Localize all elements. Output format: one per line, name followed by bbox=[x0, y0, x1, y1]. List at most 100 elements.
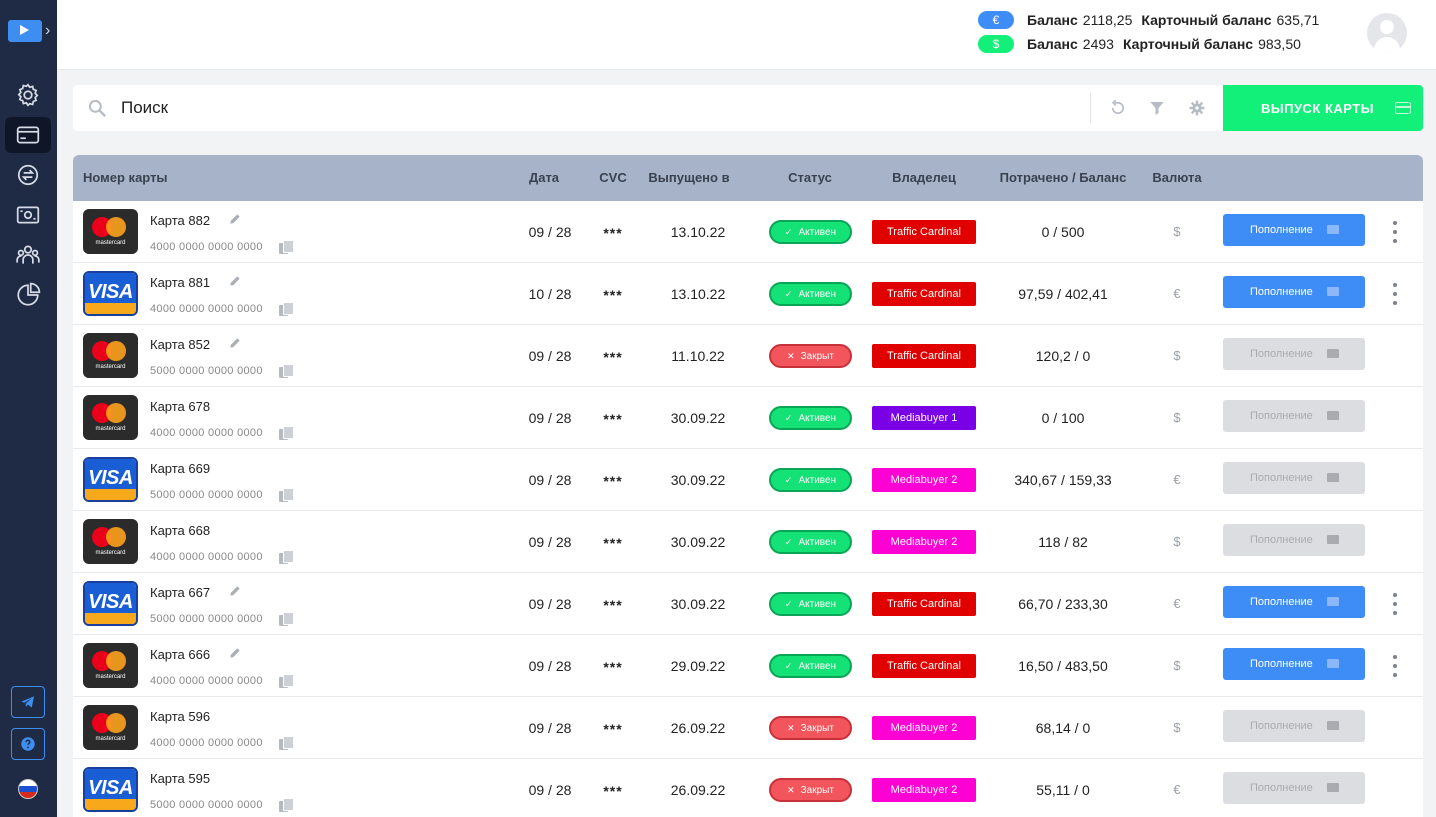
card-icon bbox=[1327, 535, 1339, 544]
card-number: 4000 0000 0000 0000 bbox=[150, 427, 263, 439]
table-row[interactable]: mastercard Карта 678 4000 0000 0000 0000 09… bbox=[73, 387, 1423, 449]
copy-icon[interactable] bbox=[279, 240, 294, 254]
pencil-icon[interactable] bbox=[228, 212, 242, 226]
telegram-button[interactable] bbox=[11, 686, 45, 718]
owner-badge: Mediabuyer 2 bbox=[872, 468, 976, 492]
column-issued[interactable]: Выпущено в bbox=[648, 170, 729, 185]
issued-date: 29.09.22 bbox=[670, 658, 726, 674]
table-row[interactable]: mastercard Карта 668 4000 0000 0000 0000 09… bbox=[73, 511, 1423, 573]
copy-icon[interactable] bbox=[279, 364, 294, 378]
spent-balance: 118 / 82 bbox=[1038, 534, 1088, 550]
topup-button[interactable]: Пополнение bbox=[1223, 586, 1365, 618]
card-icon bbox=[1327, 225, 1339, 234]
pencil-icon[interactable] bbox=[228, 646, 242, 660]
table-row[interactable]: mastercard Карта 882 4000 0000 0000 0000 09… bbox=[73, 201, 1423, 263]
issue-card-button[interactable]: ВЫПУСК КАРТЫ bbox=[1223, 85, 1423, 131]
table-row[interactable]: VISA Карта 881 4000 0000 0000 0000 10 / 28 *… bbox=[73, 263, 1423, 325]
topup-button: Пополнение bbox=[1223, 524, 1365, 556]
chevron-right-icon[interactable]: › bbox=[45, 22, 50, 40]
topup-label: Пополнение bbox=[1250, 720, 1313, 732]
refresh-button[interactable] bbox=[1108, 98, 1128, 118]
sidebar-item-cards[interactable] bbox=[5, 117, 51, 153]
copy-icon[interactable] bbox=[279, 612, 294, 626]
card-cvc[interactable]: *** bbox=[603, 721, 622, 737]
copy-icon[interactable] bbox=[279, 736, 294, 750]
copy-icon[interactable] bbox=[279, 550, 294, 564]
issued-date: 30.09.22 bbox=[670, 596, 726, 612]
card-cvc[interactable]: *** bbox=[603, 597, 622, 613]
more-actions-button[interactable] bbox=[1388, 655, 1402, 677]
topup-button[interactable]: Пополнение bbox=[1223, 276, 1365, 308]
mastercard-logo-icon: mastercard bbox=[83, 395, 138, 440]
status-badge: ✕ Закрыт bbox=[769, 778, 852, 802]
topup-label: Пополнение bbox=[1250, 658, 1313, 670]
column-spent-balance[interactable]: Потрачено / Баланс bbox=[1000, 170, 1127, 185]
card-cvc[interactable]: *** bbox=[603, 473, 622, 489]
card-cvc[interactable]: *** bbox=[603, 535, 622, 551]
more-actions-button[interactable] bbox=[1388, 283, 1402, 305]
spent-balance: 0 / 500 bbox=[1041, 224, 1085, 240]
topup-label: Пополнение bbox=[1250, 782, 1313, 794]
column-owner[interactable]: Владелец bbox=[892, 170, 956, 185]
copy-icon[interactable] bbox=[279, 798, 294, 812]
card-cvc[interactable]: *** bbox=[603, 287, 622, 303]
copy-icon[interactable] bbox=[279, 302, 294, 316]
issued-date: 30.09.22 bbox=[670, 410, 726, 426]
table-row[interactable]: VISA Карта 667 5000 0000 0000 0000 09 / 28 *… bbox=[73, 573, 1423, 635]
search-input[interactable] bbox=[121, 93, 1081, 123]
topup-button[interactable]: Пополнение bbox=[1223, 648, 1365, 680]
filter-button[interactable] bbox=[1147, 98, 1167, 118]
owner-badge: Mediabuyer 2 bbox=[872, 778, 976, 802]
card-expiry: 09 / 28 bbox=[528, 534, 572, 550]
copy-icon[interactable] bbox=[279, 488, 294, 502]
card-balance-value: 983,50 bbox=[1258, 36, 1301, 52]
pencil-icon[interactable] bbox=[228, 336, 242, 350]
issued-date: 26.09.22 bbox=[670, 720, 726, 736]
status-mark-icon: ✓ bbox=[784, 598, 793, 609]
app-logo-icon[interactable] bbox=[8, 20, 42, 42]
column-status[interactable]: Статус bbox=[788, 170, 832, 185]
card-cvc[interactable]: *** bbox=[603, 659, 622, 675]
user-avatar[interactable] bbox=[1367, 13, 1407, 53]
settings-button[interactable] bbox=[1187, 98, 1207, 118]
column-currency[interactable]: Валюта bbox=[1152, 170, 1201, 185]
sidebar-item-exchange[interactable] bbox=[5, 157, 51, 193]
column-date[interactable]: Дата bbox=[529, 170, 559, 185]
more-actions-button[interactable] bbox=[1388, 593, 1402, 615]
sidebar-item-stats[interactable] bbox=[5, 277, 51, 313]
topup-label: Пополнение bbox=[1250, 224, 1313, 236]
pencil-icon[interactable] bbox=[228, 584, 242, 598]
table-row[interactable]: mastercard Карта 852 5000 0000 0000 0000 09… bbox=[73, 325, 1423, 387]
filter-icon bbox=[1150, 102, 1164, 115]
mastercard-logo-icon: mastercard bbox=[83, 333, 138, 378]
help-button[interactable] bbox=[11, 728, 45, 760]
card-name: Карта 596 bbox=[150, 709, 211, 724]
sidebar-item-finance[interactable] bbox=[5, 197, 51, 233]
card-cvc[interactable]: *** bbox=[603, 411, 622, 427]
column-card-number[interactable]: Номер карты bbox=[83, 170, 168, 185]
users-icon bbox=[16, 245, 40, 264]
card-name: Карта 882 bbox=[150, 213, 211, 228]
status-badge: ✓ Активен bbox=[769, 220, 852, 244]
card-cvc[interactable]: *** bbox=[603, 783, 622, 799]
topup-button[interactable]: Пополнение bbox=[1223, 214, 1365, 246]
toolbar-divider bbox=[1090, 93, 1091, 123]
column-cvc[interactable]: CVC bbox=[599, 170, 626, 185]
status-mark-icon: ✕ bbox=[787, 350, 795, 361]
table-row[interactable]: VISA Карта 669 5000 0000 0000 0000 09 / 28 *… bbox=[73, 449, 1423, 511]
card-cvc[interactable]: *** bbox=[603, 225, 622, 241]
copy-icon[interactable] bbox=[279, 674, 294, 688]
more-actions-button[interactable] bbox=[1388, 221, 1402, 243]
table-row[interactable]: mastercard Карта 666 4000 0000 0000 0000 09… bbox=[73, 635, 1423, 697]
sidebar-item-team[interactable] bbox=[5, 237, 51, 273]
pencil-icon[interactable] bbox=[228, 274, 242, 288]
card-cvc[interactable]: *** bbox=[603, 349, 622, 365]
topup-label: Пополнение bbox=[1250, 286, 1313, 298]
card-icon bbox=[1327, 597, 1339, 606]
table-row[interactable]: mastercard Карта 596 4000 0000 0000 0000 09… bbox=[73, 697, 1423, 759]
card-number: 5000 0000 0000 0000 bbox=[150, 799, 263, 811]
language-flag-icon[interactable] bbox=[18, 779, 38, 799]
sidebar-item-settings[interactable] bbox=[5, 77, 51, 113]
copy-icon[interactable] bbox=[279, 426, 294, 440]
table-row[interactable]: VISA Карта 595 5000 0000 0000 0000 09 / 28 *… bbox=[73, 759, 1423, 817]
